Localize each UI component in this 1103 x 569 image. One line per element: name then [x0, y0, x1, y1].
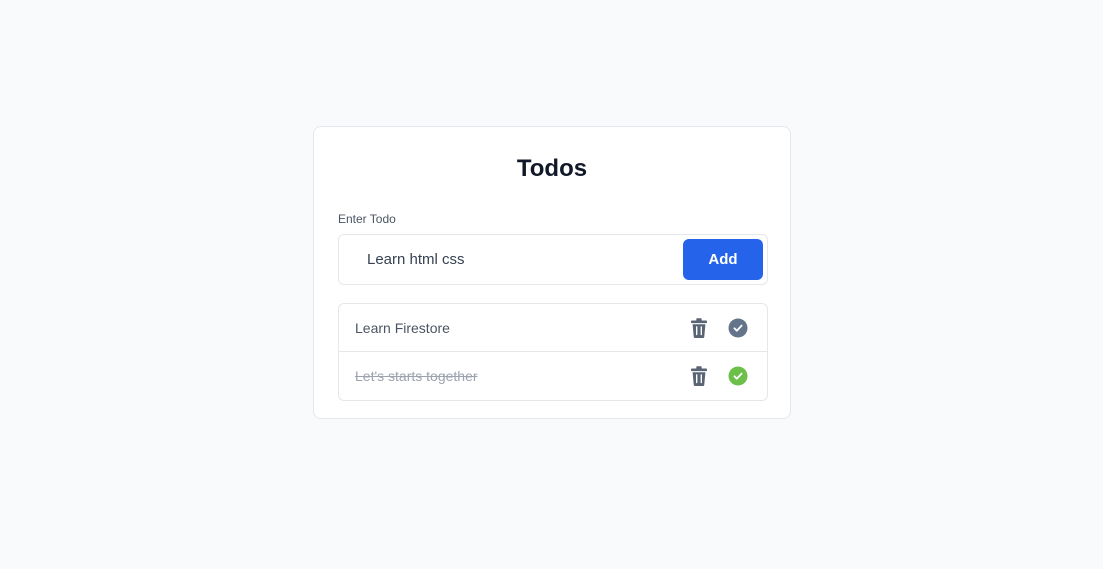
trash-icon	[691, 366, 707, 386]
complete-toggle-button[interactable]	[728, 366, 748, 386]
check-circle-icon	[728, 318, 748, 338]
todo-input-label: Enter Todo	[338, 212, 396, 226]
delete-button[interactable]	[688, 365, 710, 387]
todo-text: Learn Firestore	[355, 320, 450, 336]
add-button[interactable]: Add	[683, 239, 763, 280]
todo-text: Let's starts together	[355, 368, 478, 384]
todo-card: Todos Enter Todo Add Learn Firestore	[313, 126, 791, 419]
todo-item: Learn Firestore	[339, 304, 767, 352]
todo-form: Add	[338, 234, 768, 285]
delete-button[interactable]	[688, 317, 710, 339]
complete-toggle-button[interactable]	[728, 318, 748, 338]
todo-item: Let's starts together	[339, 352, 767, 400]
todo-input[interactable]	[340, 236, 680, 283]
check-circle-icon	[728, 366, 748, 386]
page-title: Todos	[516, 155, 588, 182]
todo-list: Learn Firestore Let's starts together	[338, 303, 768, 401]
trash-icon	[691, 318, 707, 338]
